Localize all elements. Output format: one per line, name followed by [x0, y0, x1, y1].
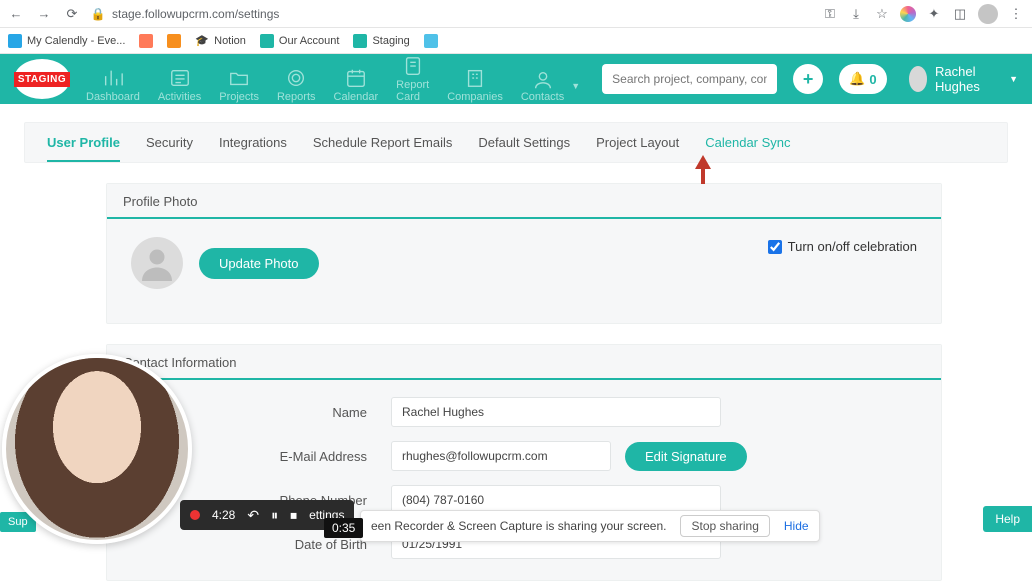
tab-integrations[interactable]: Integrations — [219, 135, 287, 150]
notification-count: 0 — [869, 72, 876, 87]
key-icon[interactable]: ⚿ — [822, 6, 838, 22]
bookmark-label: Our Account — [279, 35, 340, 47]
update-photo-button[interactable]: Update Photo — [199, 248, 319, 279]
nav-activities[interactable]: Activities — [158, 67, 201, 103]
bookmark-item[interactable]: My Calendly - Eve... — [8, 34, 125, 48]
recorder-time: 4:28 — [212, 508, 235, 522]
tab-project-layout[interactable]: Project Layout — [596, 135, 679, 150]
calendar-icon — [345, 67, 367, 89]
extension-icon[interactable] — [900, 6, 916, 22]
tab-security[interactable]: Security — [146, 135, 193, 150]
lock-icon: 🔒 — [90, 6, 106, 22]
nav-calendar[interactable]: Calendar — [334, 67, 379, 103]
person-icon — [532, 69, 554, 91]
celebration-toggle[interactable]: Turn on/off celebration — [768, 239, 917, 254]
bookmark-item[interactable]: Our Account — [260, 34, 340, 48]
section-title: Profile Photo — [107, 184, 941, 219]
profile-photo-placeholder — [131, 237, 183, 289]
main-nav: Dashboard Activities Projects Reports Ca… — [86, 55, 580, 103]
bookmark-favicon — [260, 34, 274, 48]
address-bar[interactable]: 🔒 stage.followupcrm.com/settings — [90, 6, 279, 22]
bookmark-favicon — [353, 34, 367, 48]
bookmark-item[interactable] — [167, 34, 181, 48]
list-icon — [169, 67, 191, 89]
browser-chrome-bar: ← → ⟳ 🔒 stage.followupcrm.com/settings ⚿… — [0, 0, 1032, 28]
extensions-icon[interactable]: ✦ — [926, 6, 942, 22]
back-icon[interactable]: ← — [8, 6, 24, 22]
screen-share-bar: een Recorder & Screen Capture is sharing… — [360, 510, 820, 542]
bookmark-item[interactable]: 🎓 Notion — [195, 34, 246, 47]
tab-default-settings[interactable]: Default Settings — [478, 135, 570, 150]
bell-icon: 🔔 — [849, 71, 865, 87]
url-text: stage.followupcrm.com/settings — [112, 7, 279, 21]
presenter-webcam — [2, 354, 192, 544]
menu-icon[interactable]: ⋮ — [1008, 6, 1024, 22]
add-button[interactable]: + — [793, 64, 823, 94]
email-input[interactable] — [391, 441, 611, 471]
bookmarks-bar: My Calendly - Eve... 🎓 Notion Our Account… — [0, 28, 1032, 54]
name-input[interactable] — [391, 397, 721, 427]
nav-contacts[interactable]: Contacts ▼ — [521, 69, 580, 103]
profile-avatar-icon[interactable] — [978, 4, 998, 24]
settings-tabs: User Profile Security Integrations Sched… — [24, 122, 1008, 163]
pause-icon[interactable]: ⏸ — [271, 507, 278, 524]
bookmark-add-icon[interactable]: ⤓ — [848, 6, 864, 22]
nav-projects[interactable]: Projects — [219, 67, 259, 103]
bookmark-label: Notion — [214, 35, 246, 47]
chevron-down-icon: ▼ — [1009, 74, 1018, 84]
bookmark-item[interactable]: Staging — [353, 34, 409, 48]
notion-icon: 🎓 — [195, 34, 209, 47]
bookmark-favicon — [139, 34, 153, 48]
hide-button[interactable]: Hide — [784, 519, 809, 533]
edit-signature-button[interactable]: Edit Signature — [625, 442, 747, 471]
target-icon — [285, 67, 307, 89]
user-name-label: Rachel Hughes — [935, 64, 998, 94]
recording-indicator-icon — [190, 510, 200, 520]
nav-report-card[interactable]: Report Card — [396, 55, 429, 103]
help-button[interactable]: Help — [983, 506, 1032, 532]
contact-info-section: Contact Information Name E-Mail Address … — [106, 344, 942, 581]
panel-icon[interactable]: ◫ — [952, 6, 968, 22]
bars-icon — [102, 67, 124, 89]
stop-icon[interactable]: ⏹ — [290, 507, 297, 524]
forward-icon[interactable]: → — [36, 6, 52, 22]
profile-photo-section: Profile Photo Update Photo Turn on/off c… — [106, 183, 942, 324]
folder-icon — [228, 67, 250, 89]
tab-calendar-sync[interactable]: Calendar Sync — [705, 135, 790, 150]
notifications-button[interactable]: 🔔0 — [839, 64, 886, 94]
tab-user-profile[interactable]: User Profile — [47, 135, 120, 162]
app-header: STAGING Dashboard Activities Projects Re… — [0, 54, 1032, 104]
nav-companies[interactable]: Companies — [447, 67, 503, 103]
stop-sharing-button[interactable]: Stop sharing — [680, 515, 769, 537]
video-timestamp: 0:35 — [324, 518, 363, 538]
clipboard-icon — [402, 55, 424, 77]
search-input[interactable] — [602, 64, 777, 94]
user-avatar-icon — [909, 66, 927, 92]
section-title: Contact Information — [107, 345, 941, 380]
chevron-down-icon: ▼ — [571, 81, 580, 91]
bookmark-item[interactable] — [139, 34, 153, 48]
email-row: E-Mail Address Edit Signature — [107, 434, 941, 478]
bookmark-item[interactable] — [424, 34, 438, 48]
tab-schedule-report-emails[interactable]: Schedule Report Emails — [313, 135, 452, 150]
bookmark-label: Staging — [372, 35, 409, 47]
person-silhouette-icon — [139, 245, 175, 281]
bookmark-favicon — [424, 34, 438, 48]
celebration-checkbox[interactable] — [768, 240, 782, 254]
reload-icon[interactable]: ⟳ — [64, 6, 80, 22]
nav-reports[interactable]: Reports — [277, 67, 316, 103]
undo-icon[interactable]: ↶ — [247, 507, 259, 524]
bookmark-favicon — [167, 34, 181, 48]
nav-dashboard[interactable]: Dashboard — [86, 67, 140, 103]
bookmark-label: My Calendly - Eve... — [27, 35, 125, 47]
building-icon — [464, 67, 486, 89]
name-row: Name — [107, 390, 941, 434]
staging-badge: STAGING — [14, 59, 70, 99]
user-menu[interactable]: Rachel Hughes ▼ — [909, 64, 1018, 94]
share-message: een Recorder & Screen Capture is sharing… — [371, 519, 666, 533]
star-icon[interactable]: ☆ — [874, 6, 890, 22]
bookmark-favicon — [8, 34, 22, 48]
celebration-label: Turn on/off celebration — [788, 239, 917, 254]
